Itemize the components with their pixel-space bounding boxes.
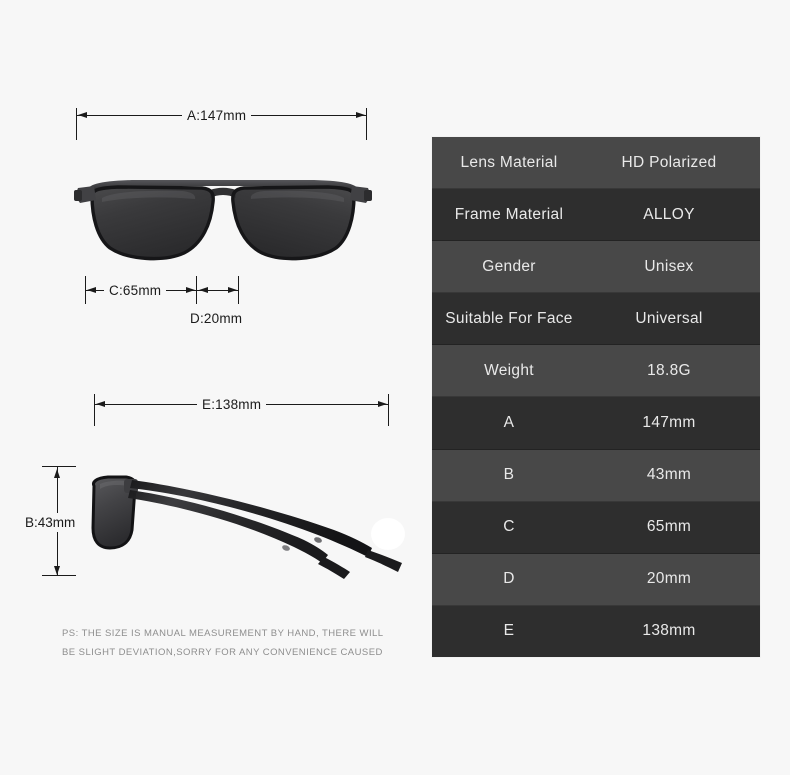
dimension-a-extension-right bbox=[366, 108, 367, 140]
dimension-c-arrow-left bbox=[87, 287, 96, 293]
spec-row-key: B bbox=[503, 466, 515, 484]
spec-row-value: 65mm bbox=[646, 518, 692, 536]
dimension-d-label: D:20mm bbox=[185, 311, 248, 326]
disclaimer-line-1: PS: THE SIZE IS MANUAL MEASUREMENT BY HA… bbox=[62, 628, 384, 639]
dimension-d-extension-right bbox=[238, 276, 239, 304]
spec-row-value: 20mm bbox=[646, 570, 692, 588]
spec-row-value: 18.8G bbox=[647, 361, 691, 379]
dimension-b-arrow-up bbox=[53, 469, 60, 478]
disclaimer-line-2: BE SLIGHT DEVIATION,SORRY FOR ANY CONVEN… bbox=[62, 647, 383, 658]
dimension-a-arrow-right bbox=[356, 112, 365, 118]
spec-row-key: A bbox=[503, 414, 515, 432]
spec-row-key: D bbox=[503, 570, 515, 588]
spec-row-value: 138mm bbox=[642, 622, 696, 640]
spec-row-value: 43mm bbox=[646, 466, 692, 484]
spec-row-key: C bbox=[503, 518, 515, 536]
spec-row-key: Weight bbox=[484, 361, 534, 379]
spec-row: E 138mm bbox=[432, 605, 760, 657]
sunglasses-side-image bbox=[82, 462, 418, 580]
dimension-e-arrow-right bbox=[378, 401, 387, 407]
spec-row-value: ALLOY bbox=[643, 205, 695, 223]
spec-row-value: HD Polarized bbox=[621, 153, 717, 171]
dimension-b-extension-top bbox=[42, 466, 76, 467]
spec-row: A 147mm bbox=[432, 397, 760, 450]
spec-row-key: Lens Material bbox=[460, 153, 558, 171]
dimension-a-extension-left bbox=[76, 108, 77, 140]
dimension-e-label: E:138mm bbox=[197, 397, 267, 412]
dimension-d-arrow-left bbox=[199, 287, 208, 293]
spec-row-key: Frame Material bbox=[454, 205, 564, 223]
spec-row: B 43mm bbox=[432, 449, 760, 502]
spec-row: D 20mm bbox=[432, 553, 760, 606]
spec-row: Lens Material HD Polarized bbox=[432, 137, 760, 190]
measurement-disclaimer: PS: THE SIZE IS MANUAL MEASUREMENT BY HA… bbox=[62, 624, 392, 662]
spec-row-value: 147mm bbox=[642, 414, 696, 432]
dimension-d-arrow-right bbox=[228, 287, 237, 293]
dimension-c-arrow-right bbox=[186, 287, 195, 293]
dimension-e-arrow-left bbox=[96, 401, 105, 407]
dimension-b-extension-bottom bbox=[42, 575, 76, 576]
spec-row: Frame Material ALLOY bbox=[432, 189, 760, 242]
spec-row: C 65mm bbox=[432, 501, 760, 554]
dimension-b-label: B:43mm bbox=[24, 513, 77, 532]
spec-row: Suitable For Face Universal bbox=[432, 293, 760, 346]
dimension-c-label: C:65mm bbox=[104, 283, 167, 298]
product-spec-sheet: A:147mm C:65mm D:20mm E:138mm B:43mm PS:… bbox=[0, 0, 790, 775]
spec-row-value: Universal bbox=[635, 309, 703, 327]
spec-row-value: Unisex bbox=[644, 257, 694, 275]
specification-table: Lens Material HD Polarized Frame Material A… bbox=[432, 137, 760, 657]
spec-row-key: Gender bbox=[482, 257, 536, 275]
dimension-a-label: A:147mm bbox=[182, 108, 252, 123]
dimension-e-extension-left bbox=[94, 394, 95, 426]
spec-row: Gender Unisex bbox=[432, 241, 760, 294]
sunglasses-front-image bbox=[72, 168, 374, 280]
dimension-b-arrow-down bbox=[53, 566, 60, 575]
spec-row-key: E bbox=[503, 622, 515, 640]
dimension-e-extension-right bbox=[388, 394, 389, 426]
spec-row: Weight 18.8G bbox=[432, 345, 760, 398]
spec-row-key: Suitable For Face bbox=[445, 309, 573, 327]
dimension-a-arrow-left bbox=[78, 112, 87, 118]
